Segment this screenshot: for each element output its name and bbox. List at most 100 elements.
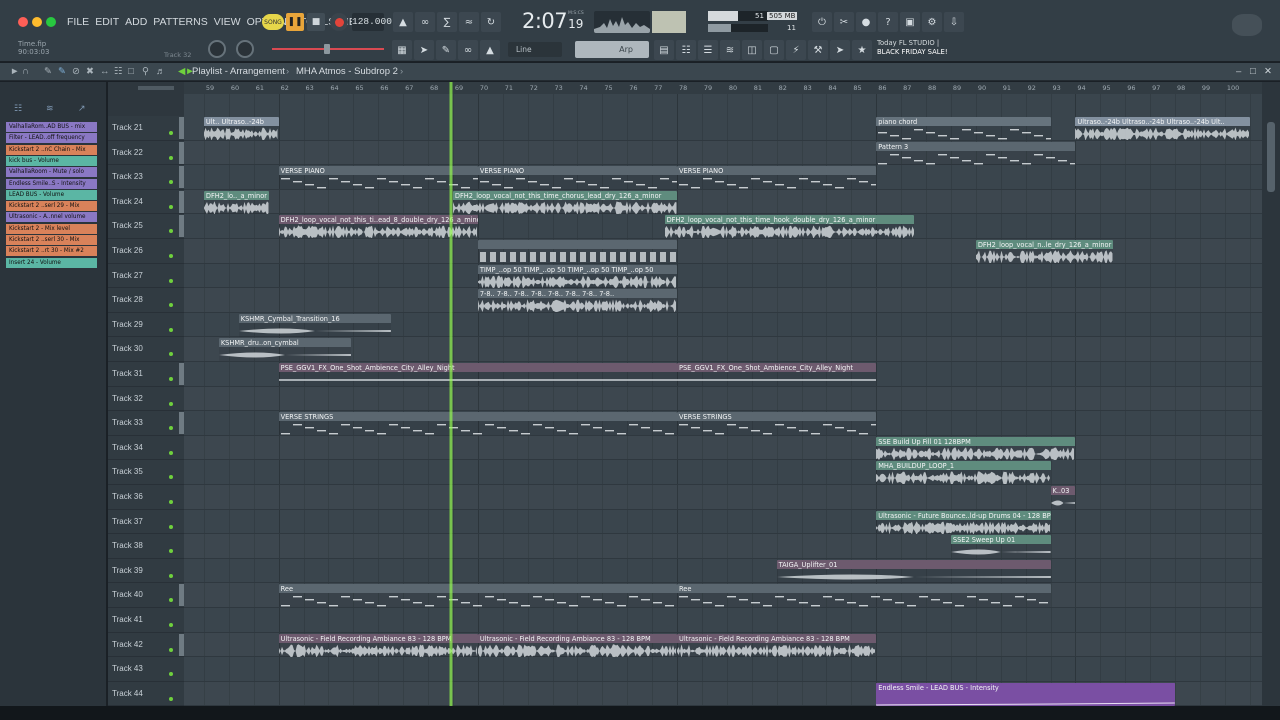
window-minimize-icon[interactable]: – <box>1236 66 1241 77</box>
playlist-icon[interactable]: ▤ <box>654 40 674 60</box>
automation-picker-icon[interactable]: ↗ <box>78 104 86 114</box>
playlist-clip[interactable]: VERSE PIANO <box>278 166 478 190</box>
track-header[interactable]: Track 44 <box>108 682 184 707</box>
playlist-clip[interactable]: Ultraso..-24b Ultraso..-24b Ultraso..-24… <box>1075 117 1250 140</box>
picker-item[interactable]: Kickstart 2 ..nC Chain - Mix <box>6 144 97 155</box>
step-edit-button[interactable]: ≈ <box>459 12 479 32</box>
picker-item[interactable]: ValhallaRom..AD BUS - mix <box>6 122 97 132</box>
track-header[interactable]: Track 38 <box>108 534 184 559</box>
main-volume-knob[interactable] <box>208 40 226 58</box>
picker-item[interactable]: kick bus - Volume <box>6 155 97 166</box>
mute-icon[interactable]: ✖ <box>86 66 94 77</box>
track-mute-led[interactable] <box>169 598 173 603</box>
track-mute-led[interactable] <box>169 426 173 431</box>
playlist-clip[interactable]: SSE Build Up Fill 01 128BPM <box>876 436 1076 460</box>
playlist-clip[interactable]: TAIGA_Uplifter_01 <box>776 559 1051 583</box>
power-icon[interactable]: ⏻ <box>812 12 832 32</box>
playlist-lane[interactable] <box>184 559 1262 584</box>
playlist-clip[interactable]: Endless Smile - LEAD BUS - Intensity <box>876 682 1176 706</box>
sliders-icon[interactable]: ≋ <box>720 40 740 60</box>
cut-icon[interactable]: ✂ <box>834 12 854 32</box>
playlist-clip[interactable]: VERSE STRINGS <box>278 412 677 436</box>
news-panel[interactable]: Today FL STUDIO | BLACK FRIDAY SALE! <box>873 39 965 59</box>
play-button[interactable]: ❚❚ <box>286 13 304 31</box>
track-header[interactable]: Track 30 <box>108 337 184 362</box>
close-window-button[interactable] <box>18 17 28 27</box>
track-mute-led[interactable] <box>169 155 173 160</box>
playlist-clip[interactable]: MHA_BUILDUP_LOOP_1 <box>876 461 1051 485</box>
track-header[interactable]: Track 29 <box>108 313 184 338</box>
track-mute-led[interactable] <box>169 327 173 332</box>
track-header[interactable]: Track 26 <box>108 239 184 264</box>
menu-add[interactable]: ADD <box>122 16 150 28</box>
playlist-lane[interactable] <box>184 510 1262 535</box>
track-mute-led[interactable] <box>169 204 173 209</box>
picker-item[interactable]: LEAD BUS - Volume <box>6 189 97 200</box>
track-header[interactable]: Track 32 <box>108 387 184 412</box>
playlist-clip[interactable]: KSHMR_dru..on_cymbal <box>218 338 351 362</box>
playlist-clip[interactable]: DFH2_loop_vocal_not_this_time_chorus_lea… <box>452 190 677 214</box>
picker-item[interactable]: Kickstart 2 ..rt 30 - Mix #2 <box>6 246 97 257</box>
arrow-right-icon[interactable]: ➤ <box>414 40 434 60</box>
track-mute-led[interactable] <box>169 475 173 480</box>
playlist-lane[interactable] <box>184 485 1262 510</box>
track-mute-led[interactable] <box>169 696 173 701</box>
track-mute-led[interactable] <box>169 672 173 677</box>
microphone-icon[interactable]: ● <box>856 12 876 32</box>
piano-roll-icon[interactable]: ▦ <box>392 40 412 60</box>
main-pitch-knob[interactable] <box>236 40 254 58</box>
metronome-button[interactable]: ▲ <box>393 12 413 32</box>
vertical-scroll-thumb[interactable] <box>1267 122 1275 192</box>
track-header[interactable]: Track 31 <box>108 362 184 387</box>
playlist-clip[interactable]: Ree <box>677 584 1051 608</box>
stop-button[interactable]: ■ <box>307 13 325 31</box>
plugin-icon[interactable]: ⚙ <box>922 12 942 32</box>
playlist-clip[interactable]: TIMP_..op 50 TIMP_..op 50 TIMP_..op 50 T… <box>477 264 677 288</box>
playlist-lane[interactable] <box>184 141 1262 166</box>
stamp-icon[interactable]: ▲ <box>480 40 500 60</box>
export-icon[interactable]: ⇩ <box>944 12 964 32</box>
playlist-clip[interactable]: KSHMR_Cymbal_Transition_16 <box>238 313 391 337</box>
file-icon[interactable]: ▢ <box>764 40 784 60</box>
track-mute-led[interactable] <box>169 352 173 357</box>
track-mute-led[interactable] <box>169 254 173 258</box>
playlist-clip[interactable]: K..03 <box>1050 486 1076 509</box>
track-mute-led[interactable] <box>169 623 173 627</box>
track-header[interactable]: Track 21 <box>108 116 184 141</box>
record-button[interactable] <box>330 13 348 31</box>
picker-item[interactable]: Kickstart 2 ..serl 29 - Mix <box>6 201 97 212</box>
magnet-icon[interactable]: ∩ <box>22 66 29 77</box>
track-header[interactable]: Track 39 <box>108 559 184 584</box>
playlist-clip[interactable]: PSE_GGV1_FX_One_Shot_Ambience_City_Alley… <box>278 363 677 386</box>
master-pitch-handle[interactable] <box>324 44 330 54</box>
track-mute-led[interactable] <box>169 180 173 185</box>
track-header[interactable]: Track 37 <box>108 510 184 535</box>
browser-icon[interactable]: ◫ <box>742 40 762 60</box>
vertical-scrollbar[interactable] <box>1262 82 1280 710</box>
audio-picker-icon[interactable]: ≋ <box>46 104 54 114</box>
speaker-icon[interactable]: ♬ <box>156 66 166 77</box>
wrench-icon[interactable]: ⚒ <box>808 40 828 60</box>
track-mute-led[interactable] <box>169 278 173 283</box>
picker-item[interactable]: Kickstart 2 - Mix level <box>6 223 97 234</box>
playlist-clip[interactable]: VERSE PIANO <box>677 166 877 190</box>
paint-icon[interactable]: ✎ <box>58 66 66 77</box>
send-icon[interactable]: ➤ <box>830 40 850 60</box>
playlist-clip[interactable]: DFH2_loop_vocal_not_this_time_hook_doubl… <box>664 215 914 239</box>
window-maximize-icon[interactable]: □ <box>1250 66 1256 77</box>
pencil-icon[interactable]: ✎ <box>436 40 456 60</box>
menu-file[interactable]: FILE <box>64 16 92 28</box>
playlist-clip[interactable]: VERSE PIANO <box>477 166 677 190</box>
track-mute-led[interactable] <box>169 500 173 504</box>
arp-selector[interactable]: Arp <box>575 41 649 58</box>
link-icon[interactable]: ∞ <box>458 40 478 60</box>
picker-item[interactable]: Endless Smile..S - Intensity <box>6 178 97 189</box>
track-header[interactable]: Track 43 <box>108 657 184 682</box>
plug-icon[interactable]: ⚡ <box>786 40 806 60</box>
select-icon[interactable]: □ <box>128 66 134 77</box>
pattern-picker-icon[interactable]: ☷ <box>14 104 22 114</box>
minimize-window-button[interactable] <box>32 17 42 27</box>
picker-item[interactable]: Ultrasonic - A..nnel volume <box>6 212 97 223</box>
track-mute-led[interactable] <box>169 573 173 578</box>
track-header[interactable]: Track 36 <box>108 485 184 510</box>
